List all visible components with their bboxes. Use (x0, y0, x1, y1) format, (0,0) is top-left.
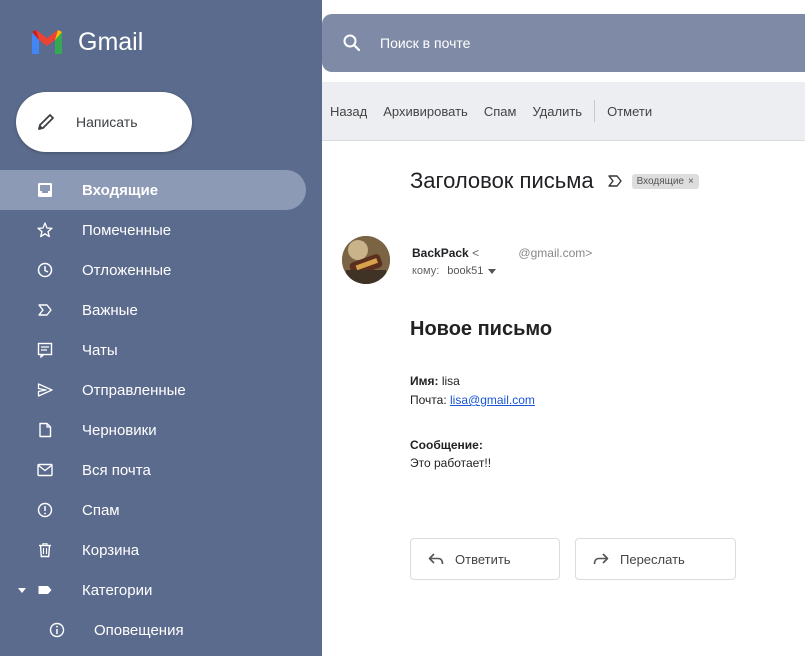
label-chip: Входящие × (631, 173, 699, 189)
sidebar-item-sent[interactable]: Отправленные (0, 370, 322, 410)
inbox-icon (34, 179, 56, 201)
sidebar-item-categories[interactable]: Категории (0, 570, 322, 610)
sidebar: Gmail Написать Входящие Помеченные Отлож… (0, 0, 322, 656)
all-mail-icon (34, 459, 56, 481)
details-dropdown-icon[interactable] (487, 266, 497, 276)
sidebar-item-label: Корзина (82, 541, 140, 559)
sidebar-item-trash[interactable]: Корзина (0, 530, 322, 570)
sidebar-item-updates[interactable]: Оповещения (0, 610, 322, 650)
pencil-icon (38, 114, 54, 130)
back-button[interactable]: Назад (322, 104, 375, 119)
to-label: кому: (412, 265, 440, 277)
sidebar-item-starred[interactable]: Помеченные (0, 210, 322, 250)
subject-row: Заголовок письма Входящие × (410, 168, 699, 194)
info-icon (46, 619, 68, 641)
remove-label-icon[interactable]: × (688, 176, 694, 187)
recipient-line: кому: book51 (412, 265, 497, 277)
search-input[interactable] (378, 34, 762, 52)
sender-email: @gmail.com> (518, 246, 593, 260)
message-value: Это работает!! (410, 456, 492, 470)
sidebar-nav: Входящие Помеченные Отложенные Важные Ча… (0, 170, 322, 650)
name-line: Имя: lisa (410, 374, 460, 388)
delete-button[interactable]: Удалить (524, 104, 590, 119)
sidebar-item-label: Помеченные (82, 221, 172, 239)
forward-label: Переслать (620, 551, 685, 567)
sidebar-item-label: Отложенные (82, 261, 172, 279)
sidebar-item-drafts[interactable]: Черновики (0, 410, 322, 450)
message-label: Сообщение: (410, 438, 483, 452)
message-label-line: Сообщение: (410, 438, 483, 452)
sender-line: BackPack < @gmail.com> (412, 246, 592, 260)
search-bar (322, 14, 805, 72)
gmail-m-icon (32, 30, 62, 54)
to-value: book51 (447, 265, 484, 277)
send-icon (34, 379, 56, 401)
search-icon[interactable] (342, 33, 362, 53)
email-line: Почта: lisa@gmail.com (410, 393, 535, 407)
clock-icon (34, 259, 56, 281)
message-view: Назад Архивировать Спам Удалить Отмети З… (322, 82, 805, 656)
mark-button[interactable]: Отмети (599, 104, 660, 119)
gmail-logo[interactable]: Gmail (30, 22, 143, 62)
email-link[interactable]: lisa@gmail.com (450, 393, 535, 407)
message-subject: Заголовок письма (410, 168, 594, 193)
sidebar-item-chats[interactable]: Чаты (0, 330, 322, 370)
message-toolbar: Назад Архивировать Спам Удалить Отмети (322, 82, 805, 141)
sidebar-item-inbox[interactable]: Входящие (0, 170, 306, 210)
sidebar-item-label: Оповещения (94, 621, 184, 639)
sender-bracket: < (472, 246, 480, 260)
sidebar-item-label: Спам (82, 501, 120, 519)
spam-icon (34, 499, 56, 521)
compose-label: Написать (76, 114, 138, 130)
name-value: lisa (441, 374, 460, 388)
app-name: Gmail (78, 27, 144, 56)
compose-button[interactable]: Написать (16, 92, 192, 152)
body-title: Новое письмо (410, 318, 553, 340)
forward-button[interactable]: Переслать (575, 538, 736, 580)
name-label: Имя: (410, 374, 439, 388)
draft-icon (34, 419, 56, 441)
sidebar-item-label: Черновики (82, 421, 157, 439)
sidebar-item-label: Вся почта (82, 461, 151, 479)
forward-icon (593, 553, 609, 565)
star-icon (34, 219, 56, 241)
sidebar-item-label: Важные (82, 301, 138, 319)
trash-icon (34, 539, 56, 561)
important-icon (34, 299, 56, 321)
email-label: Почта: (410, 393, 447, 407)
sidebar-item-all-mail[interactable]: Вся почта (0, 450, 322, 490)
sidebar-item-label: Входящие (82, 181, 159, 199)
avatar[interactable] (342, 236, 390, 284)
sender-name: BackPack (412, 246, 469, 260)
message-value-line: Это работает!! (410, 456, 491, 470)
label-chip-text: Входящие (636, 175, 684, 187)
avatar-image (342, 236, 390, 284)
spam-button[interactable]: Спам (476, 104, 525, 119)
sidebar-item-important[interactable]: Важные (0, 290, 322, 330)
sidebar-item-label: Чаты (82, 341, 118, 359)
reply-label: Ответить (455, 551, 511, 567)
sidebar-item-snoozed[interactable]: Отложенные (0, 250, 322, 290)
reply-button[interactable]: Ответить (410, 538, 560, 580)
chat-icon (34, 339, 56, 361)
sidebar-item-label: Категории (82, 581, 153, 599)
sidebar-item-label: Отправленные (82, 381, 186, 399)
reply-icon (428, 553, 444, 565)
label-icon (34, 579, 56, 601)
caret-down-icon[interactable] (16, 584, 28, 596)
toolbar-divider (594, 100, 596, 122)
important-marker-icon[interactable] (606, 172, 624, 190)
archive-button[interactable]: Архивировать (375, 104, 476, 119)
sidebar-item-spam[interactable]: Спам (0, 490, 322, 530)
